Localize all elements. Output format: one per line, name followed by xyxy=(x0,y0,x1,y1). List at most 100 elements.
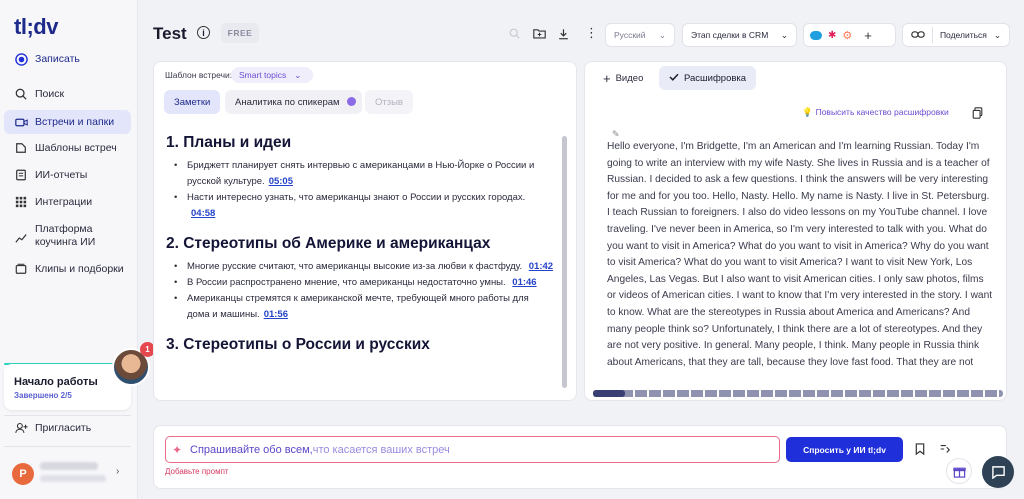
onboarding-title: Начало работы xyxy=(14,376,98,388)
tab-notes[interactable]: Заметки xyxy=(164,90,221,114)
timestamp-link[interactable]: 01:42 xyxy=(529,261,553,272)
improve-transcript-link[interactable]: 💡 Повысить качество расшифровки xyxy=(802,107,949,118)
bookmark-icon[interactable] xyxy=(915,443,925,458)
notes-heading: 3. Стереотипы о России и русских xyxy=(166,336,430,353)
sidebar-item-label: ИИ-отчеты xyxy=(35,169,88,181)
check-icon xyxy=(669,73,679,84)
list-item: Насти интересно узнать, что американцы з… xyxy=(166,190,554,222)
timestamp-link[interactable]: 01:46 xyxy=(512,277,536,288)
folder-add-icon[interactable] xyxy=(533,28,546,42)
download-icon[interactable] xyxy=(558,28,569,43)
divider xyxy=(931,27,933,43)
sidebar-item-templates[interactable]: Шаблоны встреч xyxy=(4,136,131,160)
record-button[interactable]: Записать xyxy=(4,47,131,71)
user-avatar[interactable]: P xyxy=(12,463,34,485)
invite-label: Пригласить xyxy=(35,422,92,434)
sidebar-item-clips[interactable]: Клипы и подборки xyxy=(4,257,131,281)
scrollbar[interactable] xyxy=(562,136,567,388)
tab-label: Расшифровка xyxy=(684,72,747,84)
template-select[interactable]: Smart topics ⌄ xyxy=(231,67,313,83)
sidebar-item-label: Шаблоны встреч xyxy=(35,142,117,154)
tab-transcript[interactable]: Расшифровка xyxy=(659,66,757,90)
sidebar-item-label: Клипы и подборки xyxy=(35,263,124,275)
slack-icon[interactable]: ✱ xyxy=(828,30,836,41)
salesforce-icon[interactable] xyxy=(810,30,822,40)
notes-content: 1. Планы и идеи Бриджетт планирует снять… xyxy=(166,134,554,388)
search-icon xyxy=(14,87,28,101)
tab-label: Аналитика по спикерам xyxy=(235,96,340,108)
share-group[interactable]: Поделиться ⌄ xyxy=(902,23,1010,47)
sidebar-item-reports[interactable]: ИИ-отчеты xyxy=(4,163,131,187)
timestamp-link[interactable]: 05:05 xyxy=(269,176,293,187)
plus-icon: + xyxy=(603,70,611,86)
timestamp-link[interactable]: 01:56 xyxy=(264,309,288,320)
app-logo[interactable]: tl;dv xyxy=(14,14,58,40)
notes-heading: 1. Планы и идеи xyxy=(166,134,292,151)
notes-heading: 2. Стереотипы об Америке и американцах xyxy=(166,235,491,252)
crm-stage-select[interactable]: Этап сделки в CRM ⌄ xyxy=(682,23,797,47)
chat-support-button[interactable] xyxy=(982,456,1014,488)
sidebar-item-meetings[interactable]: Встречи и папки xyxy=(4,110,131,134)
ask-ai-input[interactable]: Спрашивайте обо всем, что касается ваших… xyxy=(165,436,780,463)
template-label: Шаблон встречи: xyxy=(165,70,233,80)
template-value: Smart topics xyxy=(239,70,287,80)
grid-icon xyxy=(14,195,28,209)
chevron-right-icon[interactable]: › xyxy=(116,466,119,477)
timeline-bar[interactable] xyxy=(593,390,1003,397)
sidebar-item-label: Платформа коучинга ИИ xyxy=(35,223,96,248)
placeholder-text: что касается ваших встреч xyxy=(312,443,450,456)
sidebar-item-search[interactable]: Поиск xyxy=(4,82,131,106)
tab-speaker-analytics[interactable]: Аналитика по спикерам xyxy=(225,90,362,114)
record-label: Записать xyxy=(35,53,80,65)
chart-icon xyxy=(14,231,28,245)
chevron-down-icon: ⌄ xyxy=(658,29,666,40)
timestamp-link[interactable]: 04:58 xyxy=(191,208,215,219)
gift-icon[interactable] xyxy=(946,458,972,484)
list-item: Многие русские считают, что американцы в… xyxy=(166,259,554,275)
sidebar-item-integrations[interactable]: Интеграции xyxy=(4,190,131,214)
user-name-redacted xyxy=(40,462,98,470)
sparkle-icon: ✦ xyxy=(172,443,183,457)
plan-badge: FREE xyxy=(221,23,259,43)
integrations-group[interactable]: ✱ ⚙ + xyxy=(803,23,896,47)
language-select[interactable]: Русский ⌄ xyxy=(605,23,675,47)
invite-button[interactable]: Пригласить xyxy=(4,416,131,440)
transcript-text[interactable]: Hello everyone, I'm Bridgette, I'm an Am… xyxy=(607,139,993,371)
chat-icon xyxy=(991,466,1005,479)
sidebar-item-label: Поиск xyxy=(35,88,65,100)
prompt-library-icon[interactable] xyxy=(939,443,951,458)
chevron-down-icon: ⌄ xyxy=(294,69,302,80)
ask-ai-button[interactable]: Спросить у ИИ tl;dv xyxy=(786,437,903,462)
page-title[interactable]: Test xyxy=(153,24,187,44)
list-item: Американцы стремятся к американской мечт… xyxy=(166,291,554,323)
onboarding-progress: Завершено 2/5 xyxy=(14,391,72,400)
placeholder-text: Спрашивайте обо всем, xyxy=(190,443,313,456)
user-email-redacted xyxy=(40,475,106,482)
search-icon[interactable] xyxy=(509,28,520,42)
sidebar-item-label: Интеграции xyxy=(35,196,93,208)
sidebar-item-coaching[interactable]: Платформа коучинга ИИ xyxy=(4,219,131,253)
add-prompt-link[interactable]: Добавьте промпт xyxy=(165,467,229,476)
info-icon[interactable]: i xyxy=(197,26,210,39)
clips-icon xyxy=(14,262,28,276)
sidebar: tl;dv Записать Поиск Встречи и папки Шаб… xyxy=(0,0,138,499)
share-label[interactable]: Поделиться xyxy=(940,30,987,40)
more-vertical-icon[interactable]: ⋮ xyxy=(585,26,598,39)
report-icon xyxy=(14,168,28,182)
timeline-progress xyxy=(593,390,625,397)
record-icon xyxy=(14,52,28,66)
add-user-icon xyxy=(14,421,28,435)
hubspot-icon[interactable]: ⚙ xyxy=(842,29,852,42)
video-icon xyxy=(14,115,28,129)
list-item: В России распространено мнение, что амер… xyxy=(166,275,554,291)
tab-feedback[interactable]: Отзыв xyxy=(365,90,413,114)
lightbulb-icon: 💡 xyxy=(802,107,813,117)
tab-video[interactable]: + Видео xyxy=(593,66,653,90)
add-integration-icon[interactable]: + xyxy=(864,28,872,43)
language-value: Русский xyxy=(614,30,646,40)
chevron-down-icon: ⌄ xyxy=(780,29,788,40)
link-icon[interactable] xyxy=(911,30,925,41)
copy-icon[interactable] xyxy=(972,107,983,122)
sidebar-item-label: Встречи и папки xyxy=(35,116,115,128)
chevron-down-icon: ⌄ xyxy=(993,29,1001,40)
